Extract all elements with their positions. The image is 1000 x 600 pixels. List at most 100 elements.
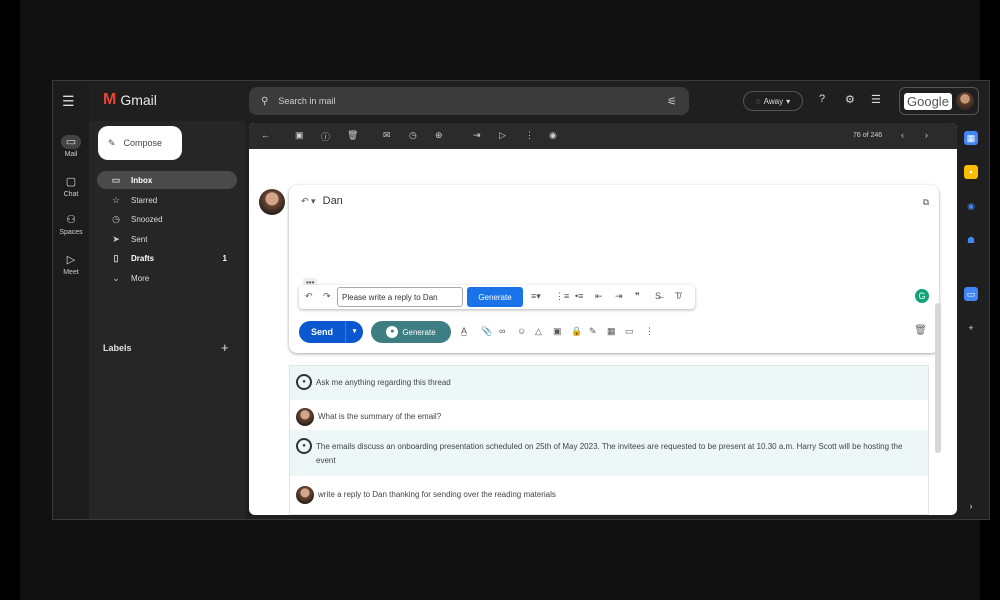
- app-name: Gmail: [120, 92, 157, 108]
- drafts-count: 1: [222, 253, 227, 263]
- popout-icon[interactable]: ⧉: [923, 197, 929, 208]
- status-label: Away: [763, 96, 784, 106]
- gmail-logo[interactable]: M Gmail: [103, 91, 157, 109]
- add-label-icon[interactable]: +: [221, 340, 229, 355]
- expand-panel-icon[interactable]: ›: [964, 499, 978, 513]
- rail-spaces[interactable]: ⚇ Spaces: [53, 213, 89, 236]
- label-icon[interactable]: ▷: [499, 130, 506, 141]
- search-options-icon[interactable]: ⚟: [667, 95, 677, 108]
- delete-icon[interactable]: 🗑: [347, 130, 358, 141]
- grammarly-icon[interactable]: G: [915, 289, 929, 303]
- keep-icon[interactable]: ▪: [964, 165, 978, 179]
- chevron-right-icon[interactable]: ›: [925, 130, 928, 140]
- scrollbar[interactable]: [935, 303, 941, 453]
- assistant-chat-panel: ● Ask me anything regarding this thread …: [289, 365, 929, 515]
- sidebar-item-snoozed[interactable]: ◷ Snoozed: [97, 210, 237, 228]
- message-text: What is the summary of the email?: [318, 412, 442, 421]
- format-text-icon[interactable]: A̲: [461, 326, 467, 336]
- move-to-icon[interactable]: ⇥: [473, 130, 481, 141]
- sidebar-item-starred[interactable]: ☆ Starred: [97, 191, 237, 209]
- clock-icon: ◷: [112, 213, 120, 224]
- attach-icon[interactable]: 📎: [481, 326, 492, 337]
- more-vert-icon[interactable]: ⋮: [645, 326, 654, 337]
- sidebar-item-sent[interactable]: ➤ Sent: [97, 230, 237, 248]
- help-icon[interactable]: ?: [819, 93, 825, 105]
- sidebar-item-drafts[interactable]: ▯ Drafts 1: [97, 249, 237, 267]
- gear-icon[interactable]: ⚙: [845, 93, 855, 106]
- sidebar-item-label: Starred: [131, 195, 158, 205]
- snooze-icon[interactable]: ◷: [409, 130, 417, 141]
- away-status-icon: ◌: [755, 96, 761, 106]
- strikethrough-icon[interactable]: S̶: [655, 291, 661, 301]
- calendar-icon[interactable]: ▦: [964, 131, 978, 145]
- confidential-icon[interactable]: 🔒: [571, 326, 582, 337]
- assistant-bot-icon[interactable]: ◉: [549, 130, 557, 141]
- add-task-icon[interactable]: ⊕: [435, 130, 443, 141]
- status-button[interactable]: ◌ Away ▾: [743, 91, 803, 111]
- discard-draft-icon[interactable]: 🗑: [914, 325, 927, 336]
- search-icon[interactable]: ⚲: [261, 96, 268, 107]
- gmail-window: ☰ ▭ Mail ▢ Chat ⚇ Spaces ▷ Meet M Gmail …: [52, 80, 990, 520]
- more-vert-icon[interactable]: ⋮: [525, 130, 534, 141]
- account-switcher[interactable]: Google: [899, 87, 979, 115]
- sidebar-item-label: More: [131, 273, 150, 283]
- chevron-left-icon[interactable]: ‹: [901, 130, 904, 140]
- message-toolbar: ← ▣ ⓘ 🗑 ✉ ◷ ⊕ ⇥ ▷ ⋮ ◉ 76 of 246 ‹ ›: [249, 123, 957, 149]
- assistant-generate-button[interactable]: ● Generate: [371, 321, 451, 343]
- schedule-icon[interactable]: ▦: [607, 326, 616, 337]
- avatar[interactable]: [956, 92, 974, 110]
- bulleted-list-icon[interactable]: •≡: [575, 291, 583, 301]
- main-menu-icon[interactable]: ☰: [62, 93, 75, 110]
- message-text: write a reply to Dan thanking for sendin…: [318, 490, 556, 499]
- search-bar[interactable]: ⚲ Search in mail ⚟: [249, 87, 689, 115]
- mark-unread-icon[interactable]: ✉: [383, 130, 391, 141]
- send-button[interactable]: Send ▾: [299, 321, 363, 343]
- send-options-icon[interactable]: ▾: [345, 321, 363, 343]
- rail-mail[interactable]: ▭ Mail: [53, 135, 89, 158]
- assistant-bot-icon: ●: [386, 326, 399, 338]
- undo-icon[interactable]: ↶: [305, 291, 313, 302]
- indent-more-icon[interactable]: ⇥: [615, 291, 623, 302]
- star-icon: ☆: [111, 194, 121, 205]
- rail-chat[interactable]: ▢ Chat: [53, 175, 89, 198]
- sidebar-item-inbox[interactable]: ▭ Inbox: [97, 171, 237, 189]
- archive-icon[interactable]: ▣: [295, 130, 304, 141]
- signature-icon[interactable]: ✎: [589, 326, 597, 337]
- back-icon[interactable]: ←: [261, 130, 270, 140]
- rail-label: Meet: [63, 269, 79, 276]
- redo-icon[interactable]: ↷: [323, 291, 331, 302]
- reply-type-icon[interactable]: ↶ ▾: [301, 196, 316, 206]
- search-input[interactable]: Search in mail: [278, 96, 335, 106]
- reply-recipient[interactable]: ↶ ▾ Dan: [301, 195, 343, 207]
- assistant-addon-icon[interactable]: ▭: [964, 287, 978, 301]
- sidebar-item-more[interactable]: ⌄ More: [97, 269, 237, 287]
- compose-button[interactable]: ✎ Compose: [98, 126, 182, 160]
- message-text: Ask me anything regarding this thread: [316, 378, 451, 387]
- reply-compose-card[interactable]: ↶ ▾ Dan ⧉ ••• ↶ ↷ Generate ≡▾ ⋮≡ •≡ ⇤ ⇥ …: [289, 185, 939, 353]
- emoji-icon[interactable]: ☺: [517, 326, 526, 336]
- screen-backdrop: ☰ ▭ Mail ▢ Chat ⚇ Spaces ▷ Meet M Gmail …: [20, 0, 990, 600]
- clear-formatting-icon[interactable]: T̸: [675, 291, 681, 301]
- quote-icon[interactable]: ❞: [635, 291, 640, 302]
- indent-less-icon[interactable]: ⇤: [595, 291, 603, 302]
- send-label: Send: [310, 327, 333, 337]
- align-icon[interactable]: ≡▾: [531, 291, 541, 302]
- report-spam-icon[interactable]: ⓘ: [321, 130, 330, 143]
- drive-icon[interactable]: △: [535, 326, 542, 337]
- contacts-icon[interactable]: ☗: [964, 233, 978, 247]
- generate-label: Generate: [402, 327, 436, 337]
- template-icon[interactable]: ▭: [625, 326, 634, 337]
- rail-meet[interactable]: ▷ Meet: [53, 253, 89, 276]
- link-icon[interactable]: ∞: [499, 326, 505, 336]
- generate-button[interactable]: Generate: [467, 287, 523, 307]
- apps-icon[interactable]: ☰: [871, 93, 881, 106]
- page-info: 76 of 246: [853, 132, 883, 139]
- numbered-list-icon[interactable]: ⋮≡: [555, 291, 569, 302]
- tasks-icon[interactable]: ◉: [964, 199, 978, 213]
- meet-icon: ▷: [66, 254, 76, 266]
- add-addon-icon[interactable]: +: [964, 321, 978, 335]
- rail-label: Chat: [63, 191, 79, 198]
- photo-icon[interactable]: ▣: [553, 326, 562, 337]
- pencil-icon: ✎: [108, 137, 116, 148]
- ai-prompt-input[interactable]: [337, 287, 463, 307]
